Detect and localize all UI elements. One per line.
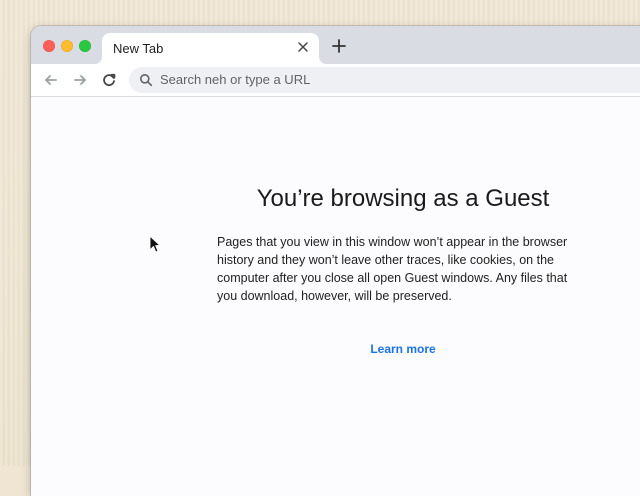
tab-title: New Tab <box>113 41 164 56</box>
close-window-button[interactable] <box>43 40 55 52</box>
mouse-cursor-icon <box>149 235 161 253</box>
search-icon <box>139 73 153 87</box>
tab-new-tab[interactable]: New Tab <box>94 33 327 64</box>
learn-more-link[interactable]: Learn more <box>217 342 589 356</box>
tab-strip: New Tab <box>31 26 640 64</box>
new-tab-button[interactable] <box>331 38 347 54</box>
guest-page: You’re browsing as a Guest Pages that yo… <box>31 97 640 496</box>
plus-icon <box>331 38 347 54</box>
back-button[interactable] <box>43 72 59 88</box>
page-title: You’re browsing as a Guest <box>256 185 550 212</box>
close-icon[interactable] <box>297 41 309 53</box>
forward-arrow-icon <box>72 72 88 88</box>
zoom-window-button[interactable] <box>79 40 91 52</box>
forward-button[interactable] <box>72 72 88 88</box>
reload-icon <box>101 72 117 88</box>
minimize-window-button[interactable] <box>61 40 73 52</box>
toolbar: Search neh or type a URL <box>31 64 640 97</box>
omnibox[interactable]: Search neh or type a URL <box>129 67 640 93</box>
reload-button[interactable] <box>101 72 117 88</box>
omnibox-placeholder: Search neh or type a URL <box>160 72 311 87</box>
browser-window: New Tab Search neh or type a URL You’re … <box>31 26 640 496</box>
back-arrow-icon <box>43 72 59 88</box>
guest-description: Pages that you view in this window won’t… <box>217 235 568 303</box>
